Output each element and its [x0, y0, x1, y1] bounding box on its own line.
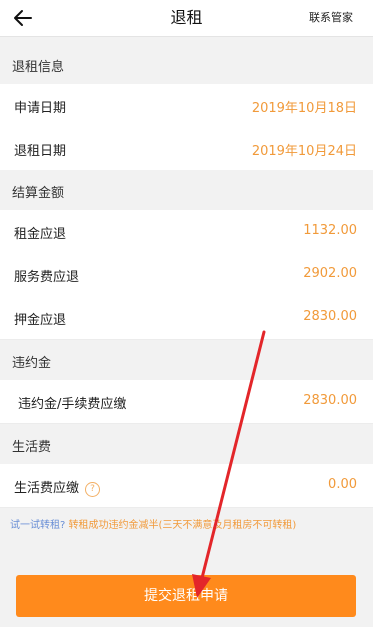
row-value: 2019年10月18日 — [251, 101, 357, 116]
row-value: 2902.00 — [303, 266, 357, 281]
row-value: 0.00 — [328, 477, 357, 492]
row-label: 违约金/手续费应缴 — [18, 397, 127, 412]
row-value: 2019年10月24日 — [251, 144, 357, 159]
row-label-text: 生活费应缴 — [14, 481, 80, 496]
section-title: 违约金 — [12, 356, 52, 371]
row-living-fee-due: 生活费应缴? 0.00 — [0, 464, 373, 508]
row-checkout-date: 退租日期 2019年10月24日 — [0, 127, 373, 171]
sublet-note-text: 转租成功违约金减半(三天不满意及月租房不可转租) — [68, 520, 297, 531]
section-header-info: 退租信息 — [0, 44, 373, 84]
row-value: 2830.00 — [303, 393, 357, 408]
row-service-fee-refund: 服务费应退 2902.00 — [0, 253, 373, 297]
row-value: 1132.00 — [303, 223, 357, 238]
row-rent-refund: 租金应退 1132.00 — [0, 210, 373, 254]
row-label: 服务费应退 — [14, 270, 80, 285]
row-value: 2830.00 — [303, 309, 357, 324]
section-title: 退租信息 — [12, 60, 65, 75]
contact-butler-button[interactable]: 联系管家 — [309, 0, 353, 36]
row-penalty-due: 违约金/手续费应缴 2830.00 — [0, 380, 373, 424]
row-apply-date: 申请日期 2019年10月18日 — [0, 84, 373, 128]
section-title: 生活费 — [12, 440, 52, 455]
try-sublet-link[interactable]: 试一试转租? — [10, 520, 65, 531]
row-deposit-refund: 押金应退 2830.00 — [0, 296, 373, 340]
row-label: 生活费应缴? — [14, 477, 101, 497]
question-mark-icon[interactable]: ? — [85, 482, 101, 497]
top-bar: 退租 联系管家 — [0, 0, 373, 37]
section-header-penalty: 违约金 — [0, 340, 373, 380]
section-header-settlement: 结算金额 — [0, 170, 373, 210]
row-label: 退租日期 — [14, 144, 67, 159]
sublet-note: 试一试转租? 转租成功违约金减半(三天不满意及月租房不可转租) — [10, 518, 360, 533]
submit-checkout-button[interactable]: 提交退租申请 — [16, 575, 356, 617]
section-header-living: 生活费 — [0, 424, 373, 464]
row-label: 申请日期 — [14, 101, 67, 116]
row-label: 租金应退 — [14, 227, 67, 242]
row-label: 押金应退 — [14, 313, 67, 328]
section-title: 结算金额 — [12, 186, 65, 201]
